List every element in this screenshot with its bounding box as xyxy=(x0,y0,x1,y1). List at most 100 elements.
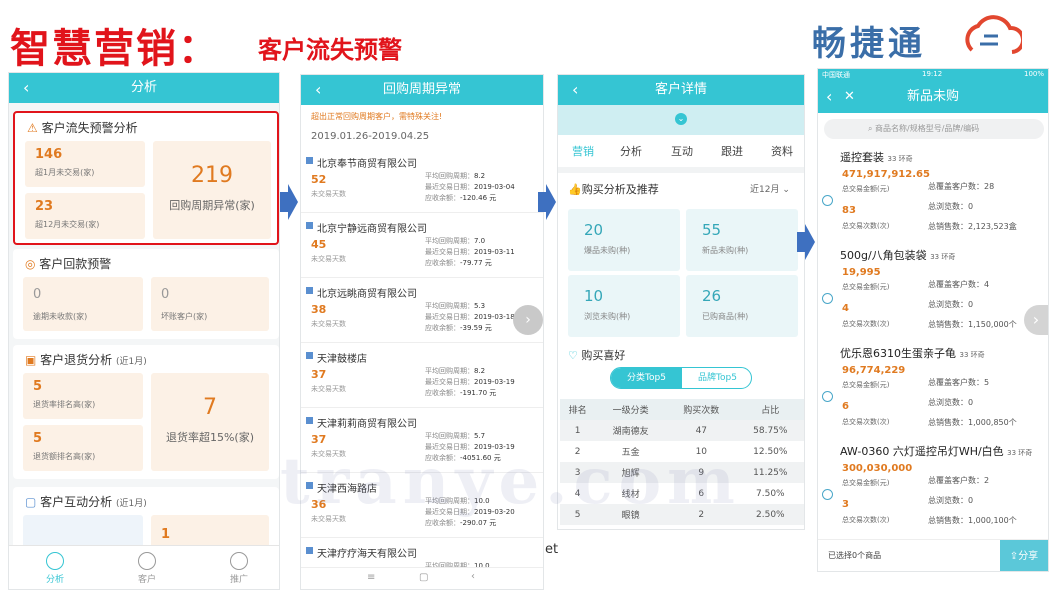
product-item[interactable]: 遥控套装 33 环奇 471,917,912.65 总交易金额(元) 83 总交易次数(… xyxy=(818,147,1048,241)
stat-tile[interactable]: 0 坏账客户(家) xyxy=(151,277,269,331)
receivable-balance: -290.07 元 xyxy=(460,519,497,527)
stat-tile-large[interactable]: 219 回购周期异常(家) xyxy=(153,141,271,239)
stat-tile[interactable]: 146 超1月未交易(家) xyxy=(25,141,145,187)
detail-line: 平均回购周期：7.0 xyxy=(425,236,485,247)
stat-tile[interactable]: 5 退货率排名高(家) xyxy=(23,373,143,419)
detail-line: 平均回购周期：8.2 xyxy=(425,366,485,377)
back-nav-icon[interactable]: ‹ xyxy=(471,571,475,582)
total-times: 3 xyxy=(842,499,849,510)
stat-line: 总浏览数：0 xyxy=(928,495,973,506)
return-analysis-card[interactable]: ▣ 客户退货分析 (近1月) 5 退货率排名高(家) 5 退货额排名高(家) 7 退货… xyxy=(13,345,279,479)
stat-tile[interactable]: 23 超12月未交易(家) xyxy=(25,193,145,239)
stat-key: 总销售数： xyxy=(928,320,968,329)
stat-value: 146 xyxy=(35,147,63,162)
customer-row[interactable]: 天津鼓楼店 37 未交易天数 平均回购周期：8.2 最近交易日期：2019-03-19 应… xyxy=(301,346,543,408)
back-icon[interactable]: ‹ xyxy=(826,81,832,113)
back-icon[interactable]: ‹ xyxy=(23,73,29,103)
new-products-screen: 中国联通 19:12 100% ‹ ✕ 新品未购 ⌕ 商品名称/规格型号/品牌/编码 遥… xyxy=(817,68,1049,572)
share-button[interactable]: ⇪分享 xyxy=(1000,540,1048,571)
last-trade-date: 2019-03-11 xyxy=(474,248,515,256)
receivable-balance: -191.70 元 xyxy=(460,389,497,397)
selection-count: 已选择0个商品 xyxy=(828,551,882,560)
tab-analysis[interactable]: 分析 xyxy=(606,143,656,159)
chat-icon: ▢ xyxy=(25,495,41,509)
tab-marketing[interactable]: 营销 xyxy=(558,143,608,159)
flow-arrow-icon xyxy=(538,184,556,220)
stat-key: 总覆盖客户数： xyxy=(928,476,984,485)
header-title: 客户详情 xyxy=(654,82,707,97)
product-tag: 33 环奇 xyxy=(1007,449,1033,457)
stat-line: 总覆盖客户数：5 xyxy=(928,377,989,388)
segment-category-top5[interactable]: 分类Top5 xyxy=(611,368,682,388)
detail-line: 应收余额：-290.07 元 xyxy=(425,518,496,529)
kpi-tile[interactable]: 26 已购商品(种) xyxy=(686,275,798,337)
detail-key: 最近交易日期： xyxy=(425,378,474,386)
total-times: 83 xyxy=(842,205,856,216)
segment-brand-top5[interactable]: 品牌Top5 xyxy=(682,368,751,388)
stat-label: 超1月未交易(家) xyxy=(35,168,95,177)
select-radio[interactable] xyxy=(822,391,833,402)
payment-warning-card[interactable]: ◎ 客户回款预警 0 逾期未收款(家) 0 坏账客户(家) xyxy=(13,249,279,339)
sales-count: 1,150,000个 xyxy=(968,320,1017,329)
detail-line: 平均回购周期：8.2 xyxy=(425,171,485,182)
tab-followup[interactable]: 跟进 xyxy=(707,143,757,159)
back-icon[interactable]: ‹ xyxy=(572,75,578,105)
next-page-icon[interactable]: › xyxy=(513,305,543,335)
carrier: 中国联通 xyxy=(822,71,850,79)
stat-tile[interactable]: 5 退货额排名高(家) xyxy=(23,425,143,471)
chevron-down-icon: ⌄ xyxy=(782,185,790,195)
views-count: 0 xyxy=(968,202,974,211)
section-title: 购买喜好 xyxy=(581,349,626,362)
tab-interaction[interactable]: 互动 xyxy=(657,143,707,159)
next-page-icon[interactable]: › xyxy=(1024,305,1048,335)
customer-row[interactable]: 北京远眺商贸有限公司 38 未交易天数 平均回购周期：5.3 最近交易日期：2019-0… xyxy=(301,281,543,343)
product-item[interactable]: AW-0360 六灯遥控吊灯WH/白色 33 环奇 300,030,000 总交易金… xyxy=(818,441,1048,535)
search-input[interactable]: ⌕ 商品名称/规格型号/品牌/编码 xyxy=(824,119,1044,139)
total-amount-label: 总交易金额(元) xyxy=(842,283,890,291)
select-radio[interactable] xyxy=(822,293,833,304)
customer-row[interactable]: 北京宁静远商贸有限公司 45 未交易天数 平均回购周期：7.0 最近交易日期：2019-… xyxy=(301,216,543,278)
table-cell: 1 xyxy=(560,420,596,441)
select-radio[interactable] xyxy=(822,489,833,500)
tab-customer[interactable]: 客户 xyxy=(117,552,177,585)
back-icon[interactable]: ‹ xyxy=(315,75,321,105)
kpi-value: 26 xyxy=(702,287,722,305)
kpi-tile[interactable]: 55 新品未购(种) xyxy=(686,209,798,271)
home-icon[interactable]: ▢ xyxy=(419,572,428,583)
total-times-label: 总交易次数(次) xyxy=(842,516,890,524)
tab-analysis[interactable]: 分析 xyxy=(25,552,85,585)
total-amount-label: 总交易金额(元) xyxy=(842,479,890,487)
kpi-tile[interactable]: 20 爆品未购(种) xyxy=(568,209,680,271)
period-select[interactable]: 近12月 ⌄ xyxy=(750,182,790,195)
detail-line: 平均回购周期：5.7 xyxy=(425,431,485,442)
stat-label: 退货额排名高(家) xyxy=(33,452,96,461)
customer-row[interactable]: 北京奉节商贸有限公司 52 未交易天数 平均回购周期：8.2 最近交易日期：2019-0… xyxy=(301,151,543,213)
table-row: 1 湖南德友 47 58.75% xyxy=(560,420,804,441)
product-item[interactable]: 500g/八角包装袋 33 环奇 19,995 总交易金额(元) 4 总交易次数(次) 总… xyxy=(818,245,1048,339)
tab-profile[interactable]: 资料 xyxy=(757,143,804,159)
stat-tile-large[interactable]: 7 退货率超15%(家) xyxy=(151,373,269,471)
menu-icon[interactable]: ≡ xyxy=(367,572,375,583)
kpi-label: 爆品未购(种) xyxy=(584,246,631,255)
date-range[interactable]: 2019.01.26-2019.04.25 xyxy=(311,131,429,142)
share-icon xyxy=(230,552,248,570)
product-item[interactable]: 优乐恩6310生蛋亲子龟 33 环奇 96,774,229 总交易金额(元) 6 总交易… xyxy=(818,343,1048,437)
expand-icon[interactable]: ⌄ xyxy=(675,113,687,125)
no-trade-days-label: 未交易天数 xyxy=(311,190,346,198)
no-trade-days-label: 未交易天数 xyxy=(311,255,346,263)
tab-promotion[interactable]: 推广 xyxy=(209,552,269,585)
stat-value: 219 xyxy=(191,163,233,188)
product-name-line: AW-0360 六灯遥控吊灯WH/白色 33 环奇 xyxy=(840,443,1032,459)
heart-icon: ♡ xyxy=(568,349,582,362)
churn-warning-card[interactable]: ⚠ 客户流失预警分析 146 超1月未交易(家) 23 超12月未交易(家) 219… xyxy=(13,111,279,245)
coin-icon: ◎ xyxy=(25,257,40,271)
stat-label: 逾期未收款(家) xyxy=(33,312,88,321)
close-icon[interactable]: ✕ xyxy=(844,81,855,113)
warning-icon: ⚠ xyxy=(27,121,42,135)
kpi-tile[interactable]: 10 浏览未购(种) xyxy=(568,275,680,337)
stray-text: et xyxy=(545,542,559,557)
stat-tile[interactable]: 0 逾期未收款(家) xyxy=(23,277,143,331)
stat-value: 1 xyxy=(161,527,171,542)
share-icon: ⇪ xyxy=(1009,551,1019,562)
select-radio[interactable] xyxy=(822,195,833,206)
